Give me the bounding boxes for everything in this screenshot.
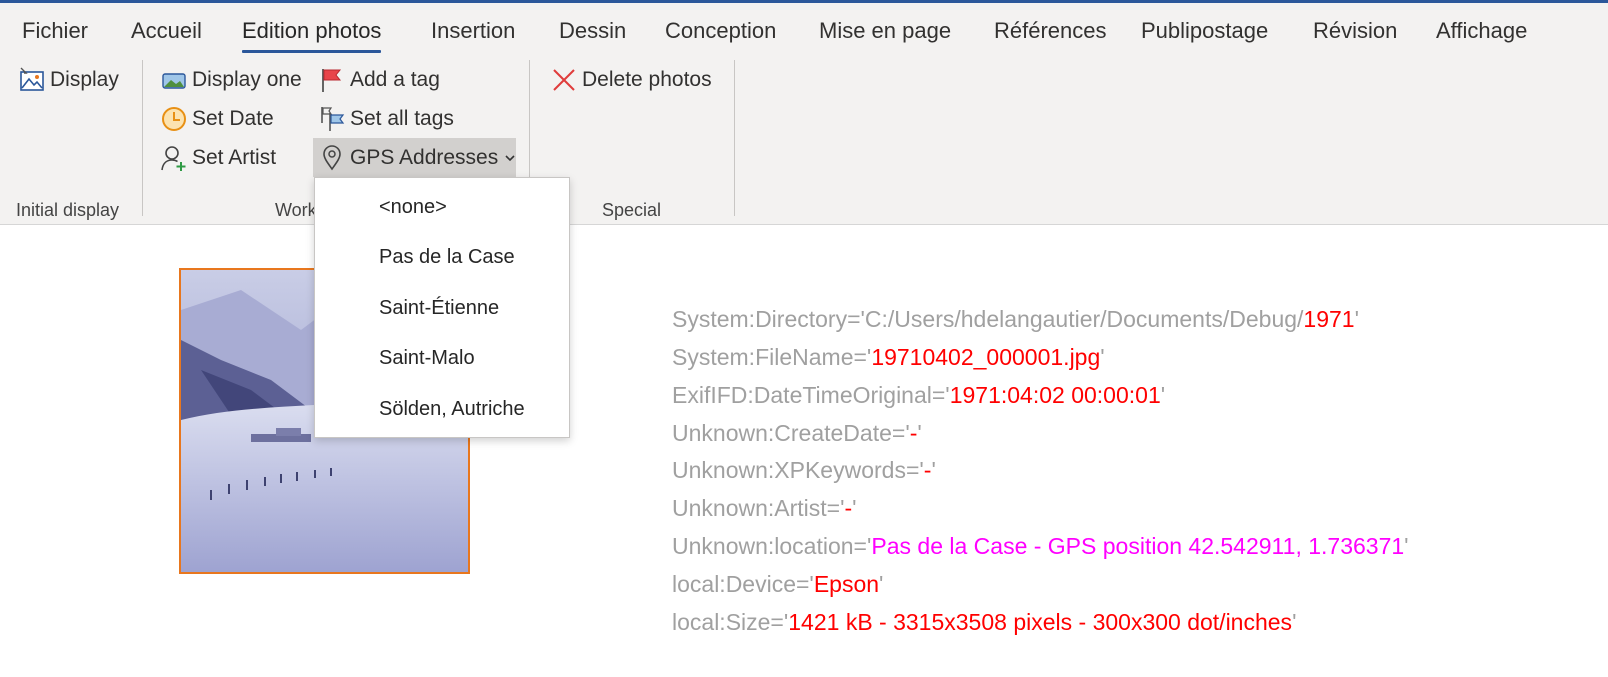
tab-accueil[interactable]: Accueil [131,18,202,44]
meta-key: System:FileName=' [672,344,872,370]
meta-quote: ' [1100,344,1105,370]
tab-mise-en-page[interactable]: Mise en page [819,18,951,44]
menu-item-solden-autriche[interactable]: Sölden, Autriche [379,398,525,421]
meta-datetime-original: ExifIFD:DateTimeOriginal='1971:04:02 00:… [672,382,1165,409]
clock-icon [160,105,188,133]
picture-icon [18,66,46,94]
group-label-initial-display: Initial display [16,200,120,220]
multi-flag-icon [318,105,346,133]
meta-key: local:Size=' [672,609,789,635]
menu-item-saint-etienne[interactable]: Saint-Étienne [379,297,499,320]
meta-quote: ' [879,571,884,597]
meta-key: Unknown:CreateDate=' [672,420,910,446]
menu-item-saint-malo[interactable]: Saint-Malo [379,347,475,370]
menu-item-pas-de-la-case[interactable]: Pas de la Case [379,246,515,269]
meta-value: Epson [813,571,880,597]
group-label-special: Special [602,200,662,220]
meta-location: Unknown:location='Pas de la Case - GPS p… [672,533,1409,560]
meta-key: Unknown:XPKeywords=' [672,457,924,483]
tab-publipostage[interactable]: Publipostage [1141,18,1268,44]
meta-quote: ' [917,420,922,446]
tab-dessin[interactable]: Dessin [559,18,626,44]
meta-create-date: Unknown:CreateDate='-' [672,420,922,447]
meta-value: C:/Users/hdelangautier/Documents/Debug/ [864,306,1304,332]
tab-insertion[interactable]: Insertion [431,18,515,44]
meta-key: ExifIFD:DateTimeOriginal=' [672,382,950,408]
meta-key: Unknown:location=' [672,533,872,559]
gps-addresses-menu: <none> Pas de la Case Saint-Étienne Sain… [314,177,570,438]
menu-item-none[interactable]: <none> [379,196,447,219]
meta-filename: System:FileName='19710402_000001.jpg' [672,344,1105,371]
meta-directory: System:Directory='C:/Users/hdelangautier… [672,306,1359,333]
tab-conception[interactable]: Conception [665,18,776,44]
add-tag-button[interactable]: Add a tag [318,64,440,96]
landscape-icon [160,66,188,94]
tab-affichage[interactable]: Affichage [1436,18,1527,44]
delete-photos-button[interactable]: Delete photos [550,64,712,96]
meta-size: local:Size='1421 kB - 3315x3508 pixels -… [672,609,1296,636]
set-artist-label: Set Artist [192,146,277,169]
meta-key: local:Device=' [672,571,814,597]
meta-quote: ' [852,495,857,521]
meta-quote: ' [931,457,936,483]
display-label: Display [50,68,119,91]
display-button[interactable]: Display [18,64,119,96]
chevron-down-icon [504,153,516,163]
meta-quote: ' [1404,533,1409,559]
add-tag-label: Add a tag [350,68,440,91]
meta-key: Unknown:Artist=' [672,495,845,521]
set-all-tags-label: Set all tags [350,107,454,130]
meta-value: 1971 [1303,306,1355,332]
set-date-label: Set Date [192,107,274,130]
set-all-tags-button[interactable]: Set all tags [318,103,454,135]
set-artist-button[interactable]: Set Artist [160,142,276,174]
close-icon [550,66,578,94]
map-pin-icon [318,144,346,172]
display-one-button[interactable]: Display one [160,64,302,96]
group-separator [734,60,735,216]
add-person-icon [160,144,188,172]
delete-photos-label: Delete photos [582,68,712,91]
tab-references[interactable]: Références [994,18,1107,44]
meta-artist: Unknown:Artist='-' [672,495,857,522]
tab-fichier[interactable]: Fichier [22,18,88,44]
tab-revision[interactable]: Révision [1313,18,1397,44]
group-label-work: Work [275,200,317,220]
meta-quote: ' [1354,306,1359,332]
group-separator [142,60,143,216]
meta-key: System:Directory=' [672,306,865,332]
meta-value: 19710402_000001.jpg [871,344,1101,370]
tab-edition-photos[interactable]: Edition photos [242,18,382,53]
gps-addresses-dropdown-button[interactable]: GPS Addresses [313,138,516,177]
gps-addresses-label: GPS Addresses [350,145,499,169]
meta-quote: ' [1292,609,1297,635]
meta-xpkeywords: Unknown:XPKeywords='-' [672,457,936,484]
meta-device: local:Device='Epson' [672,571,883,598]
meta-value: Pas de la Case - GPS position 42.542911,… [871,533,1405,559]
red-flag-icon [318,66,346,94]
meta-quote: ' [1160,382,1166,408]
display-one-label: Display one [192,68,302,91]
set-date-button[interactable]: Set Date [160,103,274,135]
ribbon-tabs: Fichier Accueil Edition photos Insertion… [0,3,1608,53]
meta-value: 1971:04:02 00:00:01 [949,382,1161,408]
meta-value: 1421 kB - 3315x3508 pixels - 300x300 dot… [788,609,1293,635]
